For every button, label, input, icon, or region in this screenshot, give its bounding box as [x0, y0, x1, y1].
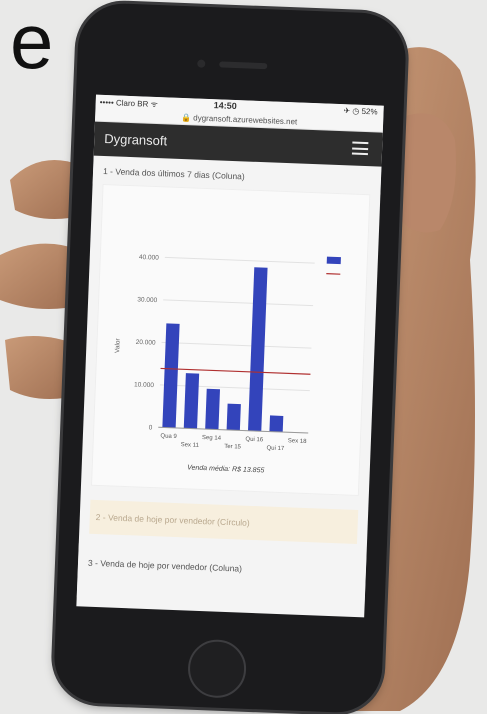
gridline: [159, 384, 310, 392]
x-tick-label: Qua 9: [160, 433, 177, 440]
sales-chart-card: 0 10.000 20.000 30.000 40.000 Valor Qua 9 Sex 1…: [90, 183, 371, 497]
chart-bar: [183, 373, 200, 429]
earpiece-speaker: [219, 61, 268, 70]
hamburger-menu-icon[interactable]: [351, 141, 369, 156]
phone-screen: ••••• Claro BR ᯤ 14:50 ✈ ◷ 52% 🔒 dygrans…: [76, 94, 384, 618]
legend-bar-swatch: [326, 256, 341, 265]
x-tick-label: Qui 17: [266, 445, 285, 452]
chart-bar: [269, 415, 284, 433]
x-tick-label: Sex 11: [181, 442, 200, 449]
y-tick-label: 20.000: [136, 339, 157, 347]
battery-text: ✈ ◷ 52%: [343, 106, 378, 117]
phone-device: ••••• Claro BR ᯤ 14:50 ✈ ◷ 52% 🔒 dygrans…: [52, 1, 408, 714]
gridline: [163, 299, 314, 307]
chart-bar: [226, 403, 241, 431]
y-tick-label: 40.000: [139, 254, 160, 262]
average-line: [160, 367, 311, 375]
x-tick-label: Sex 18: [288, 438, 308, 445]
x-tick-label: Seg 14: [202, 435, 222, 442]
clock-text: 14:50: [213, 100, 237, 112]
y-tick-label: 30.000: [137, 296, 158, 304]
gridline: [164, 256, 315, 264]
y-tick-label: 10.000: [134, 381, 155, 389]
carrier-text: ••••• Claro BR ᯤ: [99, 97, 159, 110]
chart-bar: [162, 323, 180, 428]
app-title[interactable]: Dygransoft: [104, 131, 167, 148]
x-tick-label: Ter 15: [224, 444, 242, 451]
y-axis-label: Valor: [114, 337, 122, 353]
gridline: [161, 341, 312, 349]
chart-bar: [205, 388, 221, 430]
sales-bar-chart: 0 10.000 20.000 30.000 40.000 Valor Qua 9 Sex 1…: [114, 254, 341, 452]
front-camera: [197, 59, 206, 68]
home-button[interactable]: [186, 638, 248, 699]
section-2-title[interactable]: 2 - Venda de hoje por vendedor (Círculo): [89, 499, 359, 545]
y-tick-label: 0: [148, 424, 152, 431]
x-tick-label: Qui 16: [245, 437, 264, 444]
chart-bar: [248, 267, 268, 432]
legend-line-swatch: [326, 273, 341, 275]
section-3-title[interactable]: 3 - Venda de hoje por vendedor (Coluna): [76, 543, 367, 609]
